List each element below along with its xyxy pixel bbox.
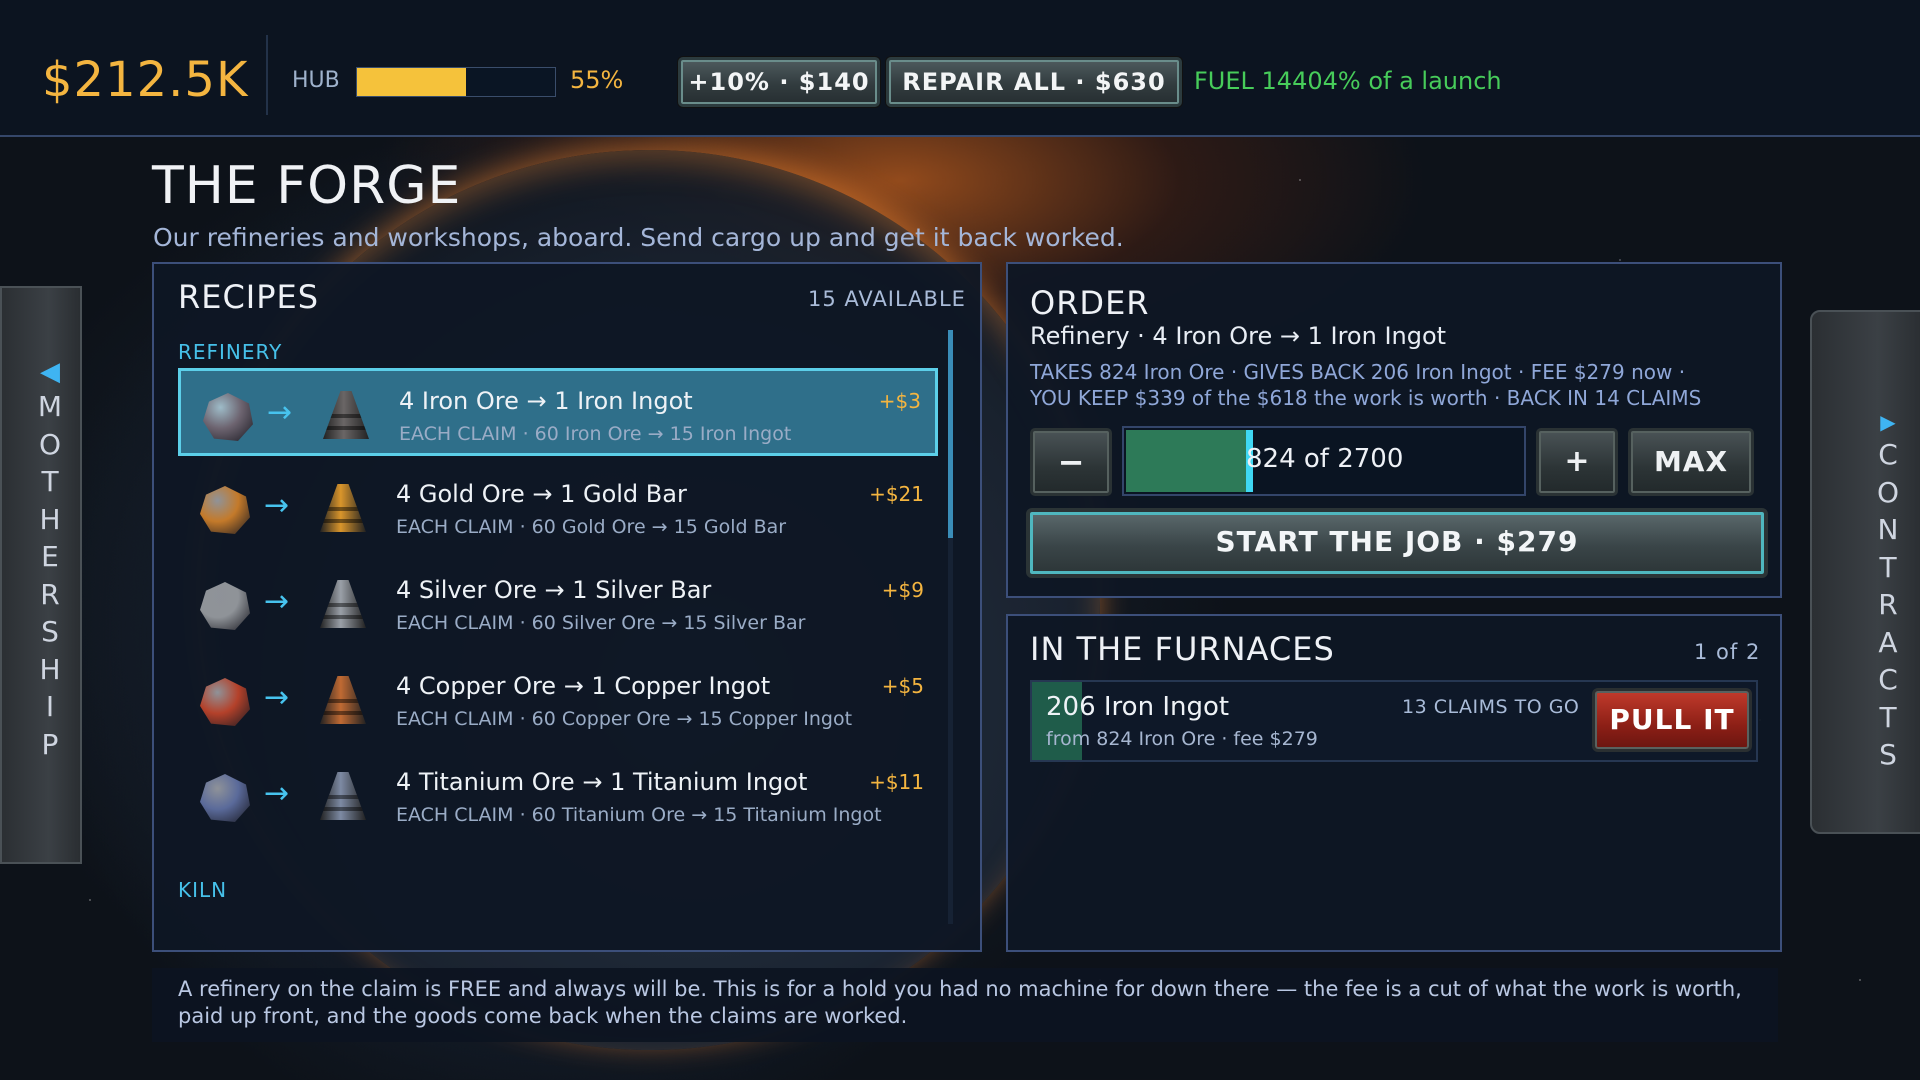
recipe-title: 4 Silver Ore → 1 Silver Bar xyxy=(396,576,712,604)
mothership-letter: S xyxy=(41,615,59,648)
decrease-quantity-button[interactable]: − xyxy=(1030,428,1112,496)
mothership-letter: E xyxy=(41,540,59,573)
mothership-letter: I xyxy=(45,690,55,723)
contracts-letter: O xyxy=(1876,475,1900,509)
recipe-title: 4 Gold Ore → 1 Gold Bar xyxy=(396,480,687,508)
order-heading: ORDER xyxy=(1030,284,1150,322)
contracts-tab[interactable]: ▶ CONTRACTS xyxy=(1810,310,1920,834)
recipe-detail: EACH CLAIM · 60 Titanium Ore → 15 Titani… xyxy=(396,804,882,826)
furnaces-count: 1 of 2 xyxy=(1694,640,1761,664)
furnace-job: 206 Iron Ingot from 824 Iron Ore · fee $… xyxy=(1030,680,1758,762)
ore-icon xyxy=(200,486,250,534)
recipe-profit: +$9 xyxy=(881,578,924,602)
contracts-letter: A xyxy=(1878,625,1898,659)
ore-icon xyxy=(200,678,250,726)
order-terms-line-2: YOU KEEP $339 of the $618 the work is wo… xyxy=(1030,386,1702,410)
recipes-count: 15 AVAILABLE xyxy=(808,287,966,311)
recipe-profit: +$5 xyxy=(881,674,924,698)
contracts-letter: N xyxy=(1877,513,1899,546)
mothership-letter: M xyxy=(37,390,63,423)
recipe-row[interactable]: → 4 Titanium Ore → 1 Titanium Ingot EACH C… xyxy=(178,752,938,840)
order-terms-line-1: TAKES 824 Iron Ore · GIVES BACK 206 Iron… xyxy=(1030,360,1686,384)
furnaces-heading: IN THE FURNACES xyxy=(1030,630,1335,668)
hub-label: HUB xyxy=(292,68,340,93)
page-subtitle: Our refineries and workshops, aboard. Se… xyxy=(153,223,1124,252)
arrow-right-icon: → xyxy=(264,680,290,715)
contracts-letter: T xyxy=(1879,550,1897,584)
page-title: THE FORGE xyxy=(152,156,462,216)
divider xyxy=(266,35,268,115)
repair-all-button[interactable]: REPAIR ALL · $630 xyxy=(886,57,1182,107)
money-display: $212.5K xyxy=(42,52,249,108)
recipe-profit: +$11 xyxy=(869,770,924,794)
recipe-title: 4 Copper Ore → 1 Copper Ingot xyxy=(396,672,771,700)
recipes-heading: RECIPES xyxy=(178,278,320,316)
increase-quantity-button[interactable]: + xyxy=(1536,428,1618,496)
recipe-row[interactable]: → 4 Iron Ore → 1 Iron Ingot EACH CLAIM · 6… xyxy=(178,368,938,456)
ingot-icon xyxy=(320,676,366,724)
section-kiln: KILN xyxy=(178,878,228,902)
recipe-detail: EACH CLAIM · 60 Iron Ore → 15 Iron Ingot xyxy=(399,423,792,445)
ore-icon xyxy=(200,582,250,630)
quantity-fill xyxy=(1126,430,1246,492)
arrow-right-icon: → xyxy=(267,395,293,430)
mothership-letter: H xyxy=(39,502,61,536)
hub-percent: 55% xyxy=(570,66,624,94)
hub-progress-fill xyxy=(357,68,466,96)
recipes-scroll-thumb[interactable] xyxy=(948,330,953,538)
job-title: 206 Iron Ingot xyxy=(1046,692,1230,722)
job-detail: from 824 Iron Ore · fee $279 xyxy=(1046,728,1318,750)
contracts-letter: C xyxy=(1878,663,1898,696)
mothership-letter: R xyxy=(40,577,60,611)
mothership-letter: O xyxy=(38,427,62,461)
ingot-icon xyxy=(320,484,366,532)
contracts-letter: T xyxy=(1879,700,1897,734)
ingot-icon xyxy=(320,772,366,820)
recipe-profit: +$3 xyxy=(878,389,921,413)
job-claims-remaining: 13 CLAIMS TO GO xyxy=(1402,696,1580,718)
recipe-row[interactable]: → 4 Silver Ore → 1 Silver Bar EACH CLAIM ·… xyxy=(178,560,938,648)
recipe-title: 4 Iron Ore → 1 Iron Ingot xyxy=(399,387,693,415)
recipe-detail: EACH CLAIM · 60 Silver Ore → 15 Silver B… xyxy=(396,612,806,634)
start-job-button[interactable]: START THE JOB · $279 xyxy=(1026,508,1768,578)
arrow-right-icon: → xyxy=(264,776,290,811)
footer-note: A refinery on the claim is FREE and alwa… xyxy=(152,968,1778,1042)
recipe-profit: +$21 xyxy=(869,482,924,506)
contracts-letter: S xyxy=(1879,738,1897,771)
pull-it-button[interactable]: PULL IT xyxy=(1592,688,1752,752)
recipe-row[interactable]: → 4 Gold Ore → 1 Gold Bar EACH CLAIM · 60 … xyxy=(178,464,938,552)
ore-icon xyxy=(200,774,250,822)
quantity-value: 824 of 2700 xyxy=(1246,444,1404,474)
mothership-letter: H xyxy=(39,652,61,686)
ingot-icon xyxy=(323,391,369,439)
hub-progress-bar xyxy=(356,67,556,97)
arrow-left-icon: ◀ xyxy=(40,357,60,387)
recipe-detail: EACH CLAIM · 60 Copper Ore → 15 Copper I… xyxy=(396,708,853,730)
ore-icon xyxy=(203,393,253,441)
footer-text: A refinery on the claim is FREE and alwa… xyxy=(178,977,1742,1028)
arrow-right-icon: → xyxy=(264,584,290,619)
top-bar: $212.5K HUB 55% +10% · $140 REPAIR ALL ·… xyxy=(0,0,1920,137)
section-refinery: REFINERY xyxy=(178,340,283,364)
arrow-right-icon: → xyxy=(264,488,290,523)
mothership-letter: P xyxy=(41,727,59,761)
contracts-letter: R xyxy=(1878,588,1898,621)
recipe-detail: EACH CLAIM · 60 Gold Ore → 15 Gold Bar xyxy=(396,516,787,538)
quantity-slider[interactable]: 824 of 2700 xyxy=(1122,426,1526,496)
order-recipe: Refinery · 4 Iron Ore → 1 Iron Ingot xyxy=(1030,322,1447,350)
contracts-letter: C xyxy=(1878,438,1898,471)
upgrade-hub-button[interactable]: +10% · $140 xyxy=(678,57,880,107)
ingot-icon xyxy=(320,580,366,628)
mothership-letter: T xyxy=(41,465,59,498)
recipe-row[interactable]: → 4 Copper Ore → 1 Copper Ingot EACH CLAIM… xyxy=(178,656,938,744)
fuel-status: FUEL 14404% of a launch xyxy=(1194,67,1502,95)
max-quantity-button[interactable]: MAX xyxy=(1628,428,1754,496)
recipe-title: 4 Titanium Ore → 1 Titanium Ingot xyxy=(396,768,808,796)
mothership-tab[interactable]: ◀ MOTHERSHIP xyxy=(0,286,82,864)
